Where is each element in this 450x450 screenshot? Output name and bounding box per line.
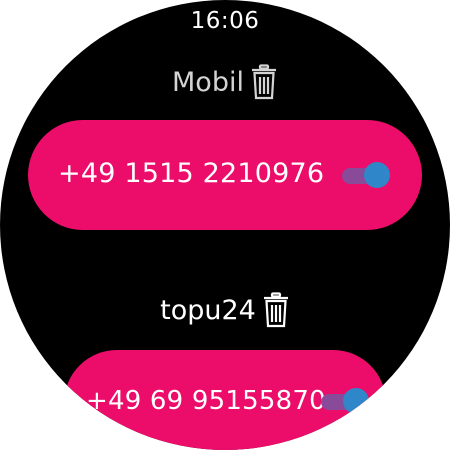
trash-icon[interactable] — [250, 64, 278, 100]
phone-entry-pill[interactable]: +49 69 95155870 — [64, 350, 386, 450]
enable-toggle[interactable] — [342, 161, 390, 189]
phone-number: +49 69 95155870 — [86, 386, 326, 416]
trash-icon[interactable] — [262, 292, 290, 328]
phone-entry-pill[interactable]: +49 1515 2210976 — [28, 120, 422, 230]
toggle-thumb — [343, 388, 369, 414]
entry-label: topu24 — [160, 294, 256, 326]
enable-toggle[interactable] — [321, 387, 369, 415]
watch-screen: 16:06 Mobil +49 1515 2210976 topu24 +49 … — [0, 0, 450, 450]
entry-header: topu24 — [0, 292, 450, 328]
phone-number: +49 1515 2210976 — [58, 158, 325, 189]
toggle-thumb — [364, 162, 390, 188]
entry-label: Mobil — [172, 66, 244, 98]
entry-header: Mobil — [0, 64, 450, 100]
clock-time: 16:06 — [190, 8, 260, 34]
